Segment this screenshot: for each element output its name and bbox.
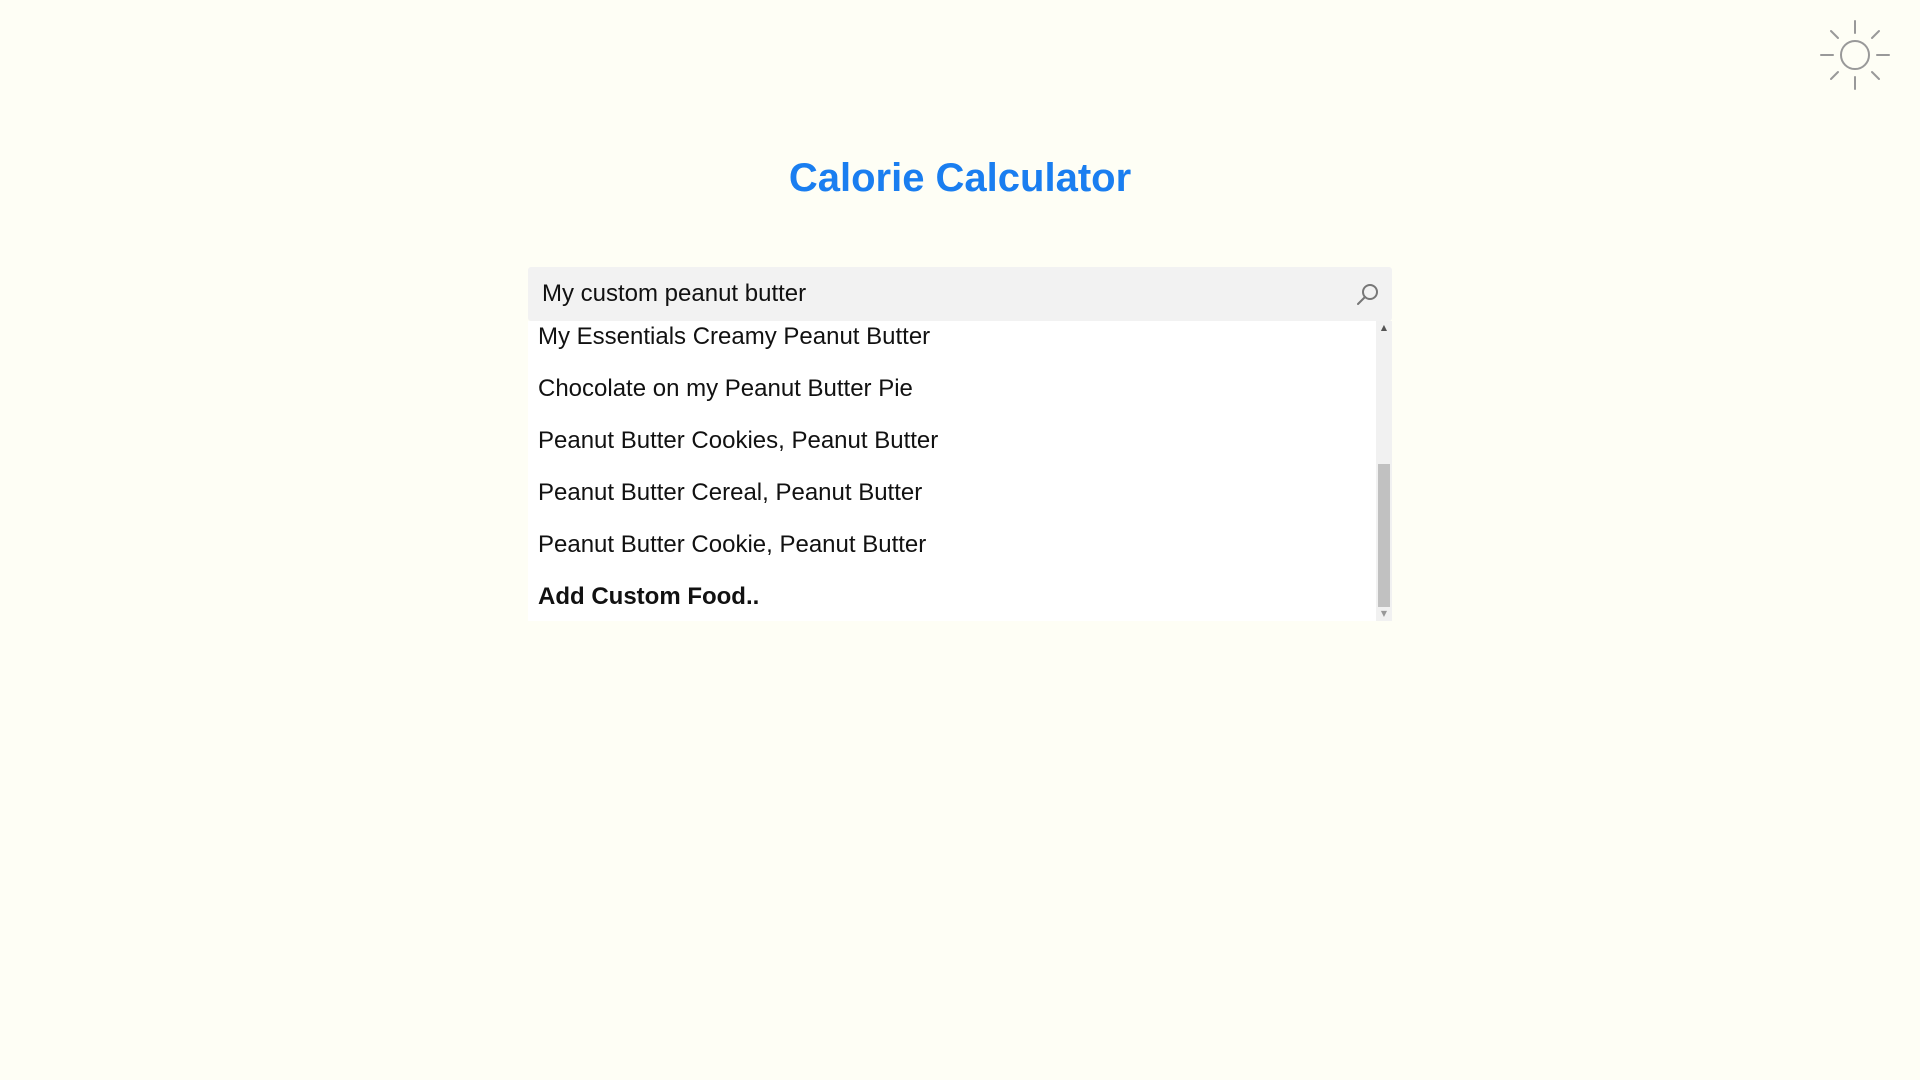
search-input[interactable]	[528, 267, 1328, 321]
page-title: Calorie Calculator	[788, 156, 1132, 200]
suggestions-list: My Essentials Creamy Peanut Butter Choco…	[528, 321, 1376, 621]
suggestion-item[interactable]: Peanut Butter Cereal, Peanut Butter	[528, 467, 1376, 519]
search-box	[528, 267, 1392, 321]
scrollbar-thumb[interactable]	[1378, 464, 1390, 607]
suggestion-item[interactable]: Peanut Butter Cookie, Peanut Butter	[528, 519, 1376, 571]
scroll-down-arrow-icon[interactable]: ▼	[1376, 607, 1392, 621]
scroll-up-arrow-icon[interactable]: ▲	[1376, 321, 1392, 335]
add-custom-food-item[interactable]: Add Custom Food..	[528, 571, 1376, 621]
page: Calorie Calculator My Essentials Creamy …	[0, 0, 1920, 1080]
suggestion-item[interactable]: My Essentials Creamy Peanut Butter	[528, 321, 1376, 363]
search-container: My Essentials Creamy Peanut Butter Choco…	[528, 267, 1392, 621]
sun-icon	[1820, 20, 1890, 90]
suggestions-dropdown: My Essentials Creamy Peanut Butter Choco…	[528, 321, 1392, 621]
theme-toggle-button[interactable]	[1818, 18, 1892, 92]
search-icon[interactable]	[1354, 280, 1382, 308]
suggestion-item[interactable]: Peanut Butter Cookies, Peanut Butter	[528, 415, 1376, 467]
dropdown-scrollbar[interactable]: ▲ ▼	[1376, 321, 1392, 621]
suggestion-item[interactable]: Chocolate on my Peanut Butter Pie	[528, 363, 1376, 415]
